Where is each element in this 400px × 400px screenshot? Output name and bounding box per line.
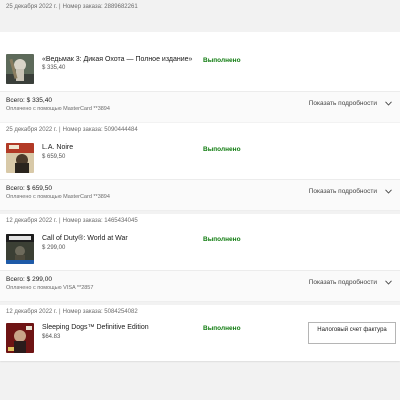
product-price: $64.83 (42, 334, 61, 340)
product-name[interactable]: Sleeping Dogs™ Definitive Edition (42, 324, 149, 331)
payment-method: Оплачено с помощью VISA **2857 (6, 285, 94, 291)
order-number: Номер заказа: 1465434045 (62, 218, 138, 224)
product-name[interactable]: L.A. Noire (42, 144, 73, 151)
payment-method: Оплачено с помощью MasterCard **3894 (6, 194, 110, 200)
la-noire-cover-icon[interactable] (6, 143, 34, 173)
order-total: Всего: $ 299,00 (6, 276, 52, 283)
order-footer: Всего: $ 659,50 Оплачено с помощью Maste… (0, 179, 400, 210)
chevron-down-icon (385, 189, 392, 194)
product-name[interactable]: «Ведьмак 3: Дикая Охота — Полное издание… (42, 56, 192, 63)
order-date: 12 декабря 2022 г. (6, 218, 58, 224)
product-price: $ 335,40 (42, 65, 66, 71)
witcher-cover-icon[interactable] (6, 54, 34, 84)
show-details-label: Показать подробности (308, 279, 377, 286)
show-details-button[interactable]: Показать подробности (309, 188, 392, 195)
status-badge: Выполнено (203, 325, 241, 332)
status-badge: Выполнено (203, 57, 241, 64)
product-price: $ 659,50 (42, 154, 66, 160)
call-of-duty-cover-icon[interactable] (6, 234, 34, 264)
order-meta: 12 декабря 2022 г. | Номер заказа: 5084254… (6, 309, 138, 315)
order-total: Всего: $ 335,40 (6, 97, 52, 104)
order-total: Всего: $ 659,50 (6, 185, 52, 192)
order-number: Номер заказа: 5090444484 (62, 127, 138, 133)
order-card: 12 декабря 2022 г. | Номер заказа: 1465434… (0, 214, 400, 301)
order-meta: 12 декабря 2022 г. | Номер заказа: 1465434… (6, 218, 138, 224)
show-details-button[interactable]: Показать подробности (309, 279, 392, 286)
status-badge: Выполнено (203, 236, 241, 243)
order-meta: 25 декабря 2022 г. | Номер заказа: 2889682… (6, 4, 138, 10)
order-date: 12 декабря 2022 г. (6, 309, 58, 315)
order-footer: Всего: $ 299,00 Оплачено с помощью VISA … (0, 270, 400, 301)
chevron-down-icon (385, 280, 392, 285)
show-details-label: Показать подробности (308, 188, 377, 195)
order-number: Номер заказа: 2889682261 (62, 4, 138, 10)
order-card: 25 декабря 2022 г. | Номер заказа: 2889682… (0, 4, 400, 122)
status-badge: Выполнено (203, 146, 241, 153)
order-card: 25 декабря 2022 г. | Номер заказа: 5090444… (0, 123, 400, 210)
order-date: 25 декабря 2022 г. (6, 4, 58, 10)
payment-method: Оплачено с помощью MasterCard **3894 (6, 106, 110, 112)
order-date: 25 декабря 2022 г. (6, 127, 58, 133)
order-footer: Всего: $ 335,40 Оплачено с помощью Maste… (0, 91, 400, 122)
chevron-down-icon (385, 101, 392, 106)
order-number: Номер заказа: 5084254082 (62, 309, 138, 315)
order-meta: 25 декабря 2022 г. | Номер заказа: 5090444… (6, 127, 138, 133)
tax-invoice-button[interactable]: Налоговый счет фактура (308, 322, 396, 344)
sleeping-dogs-cover-icon[interactable] (6, 323, 34, 353)
product-name[interactable]: Call of Duty®: World at War (42, 235, 128, 242)
show-details-button[interactable]: Показать подробности (309, 100, 392, 107)
product-price: $ 299,00 (42, 245, 66, 251)
show-details-label: Показать подробности (308, 100, 377, 107)
